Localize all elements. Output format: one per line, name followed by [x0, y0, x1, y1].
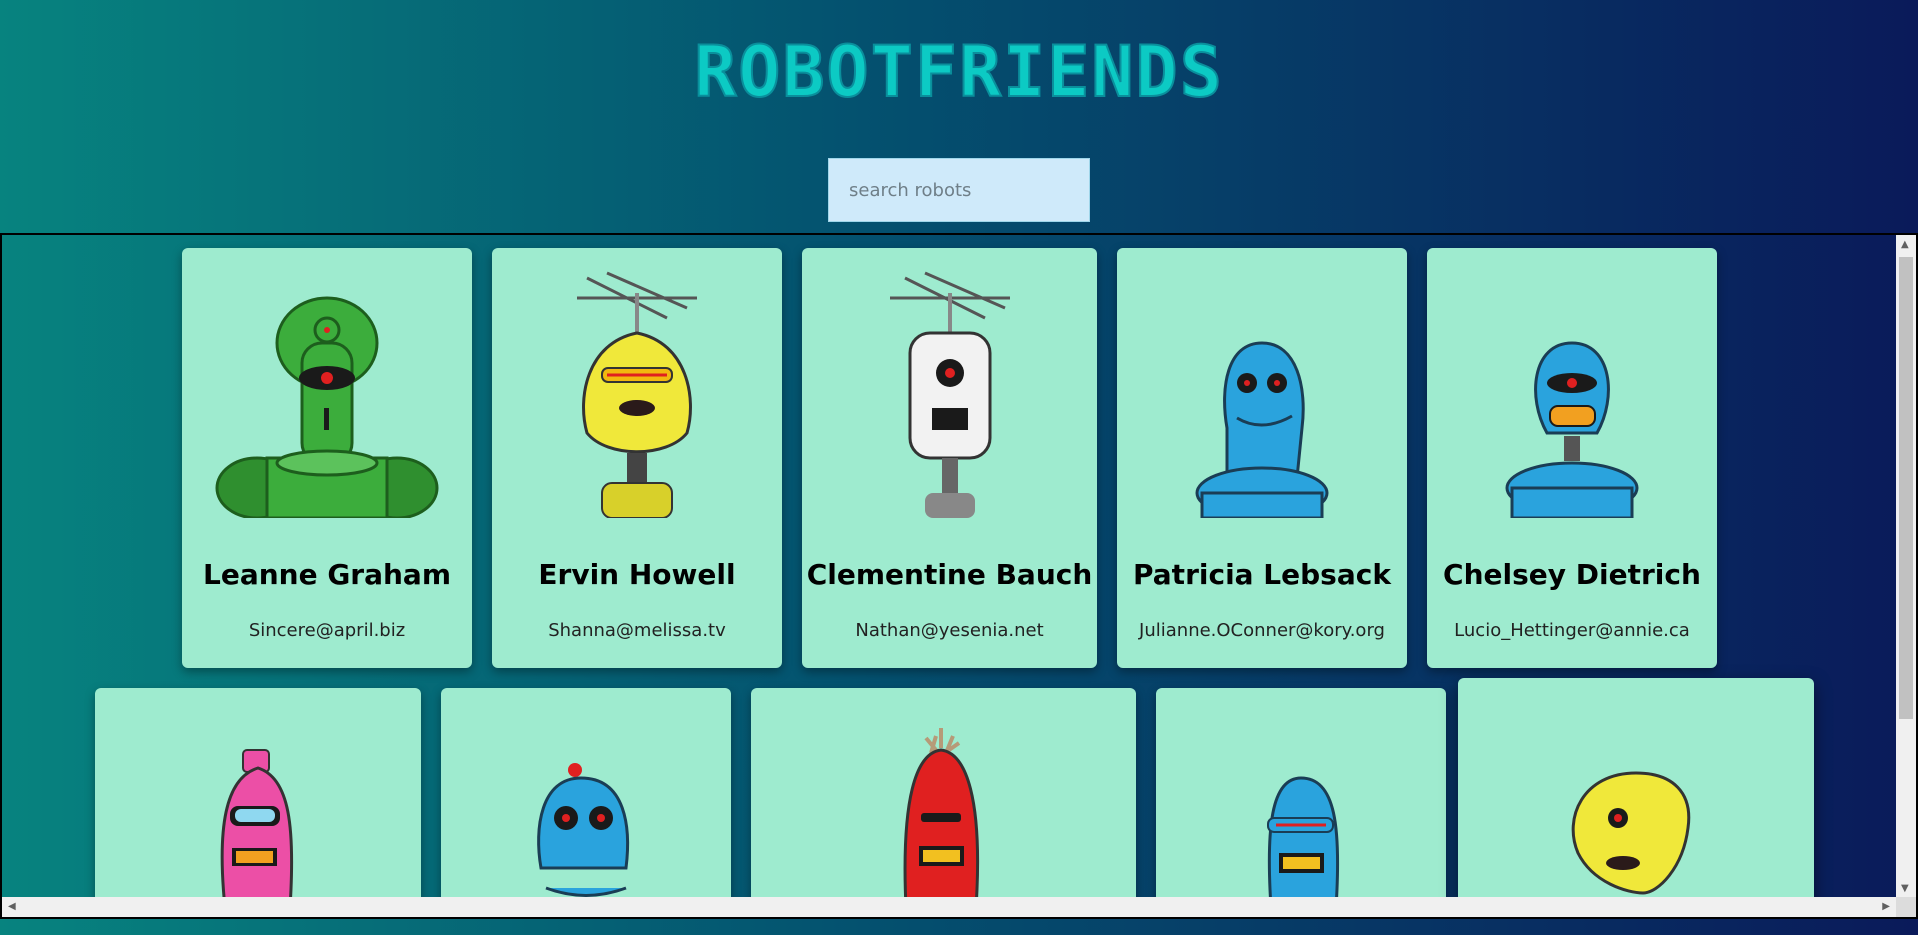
robot-card[interactable]: Ervin Howell Shanna@melissa.tv	[492, 248, 782, 668]
robot-avatar	[1427, 248, 1717, 518]
robot-card[interactable]	[95, 688, 421, 917]
robot-card[interactable]: Leanne Graham Sincere@april.biz	[182, 248, 472, 668]
scrollbar-corner	[1896, 897, 1916, 917]
robot-avatar	[1117, 248, 1407, 518]
page-title: RobotFriends	[693, 31, 1224, 113]
robot-card[interactable]: Clementine Bauch Nathan@yesenia.net	[802, 248, 1097, 668]
search-input[interactable]	[828, 158, 1090, 222]
robot-card[interactable]: Patricia Lebsack Julianne.OConner@kory.o…	[1117, 248, 1407, 668]
vertical-scrollbar[interactable]: ▲ ▼	[1896, 235, 1916, 899]
robot-avatar	[751, 688, 1136, 917]
robot-avatar	[802, 248, 1097, 518]
robot-email: Sincere@april.biz	[248, 620, 406, 641]
robot-card[interactable]: Chelsey Dietrich Lucio_Hettinger@annie.c…	[1427, 248, 1717, 668]
robot-avatar	[441, 688, 731, 917]
robot-email: Nathan@yesenia.net	[855, 620, 1044, 641]
vertical-scroll-thumb[interactable]	[1899, 257, 1913, 719]
robot-avatar	[492, 248, 782, 518]
robot-name: Chelsey Dietrich	[1443, 558, 1701, 591]
robot-avatar	[182, 248, 472, 518]
robot-card[interactable]	[441, 688, 731, 917]
robot-name: Ervin Howell	[538, 558, 736, 591]
robot-card[interactable]	[1156, 688, 1446, 917]
robot-avatar	[1458, 678, 1814, 917]
robot-email: Julianne.OConner@kory.org	[1139, 620, 1385, 641]
robot-email: Lucio_Hettinger@annie.ca	[1454, 620, 1690, 641]
scroll-left-icon[interactable]: ◀	[8, 901, 16, 913]
robot-name: Clementine Bauch	[806, 558, 1093, 591]
robot-card[interactable]	[1458, 678, 1814, 917]
robot-card-list[interactable]: Leanne Graham Sincere@april.biz Ervin Ho…	[0, 233, 1918, 919]
robot-email: Shanna@melissa.tv	[548, 620, 726, 641]
robot-avatar	[1156, 688, 1446, 917]
robot-avatar	[95, 688, 421, 917]
robot-card[interactable]	[751, 688, 1136, 917]
scroll-right-icon[interactable]: ▶	[1882, 901, 1890, 913]
horizontal-scrollbar[interactable]: ◀ ▶	[2, 897, 1896, 917]
scroll-down-icon[interactable]: ▼	[1901, 883, 1909, 895]
scroll-up-icon[interactable]: ▲	[1901, 239, 1909, 251]
robot-name: Patricia Lebsack	[1133, 558, 1391, 591]
robot-name: Leanne Graham	[202, 558, 452, 591]
